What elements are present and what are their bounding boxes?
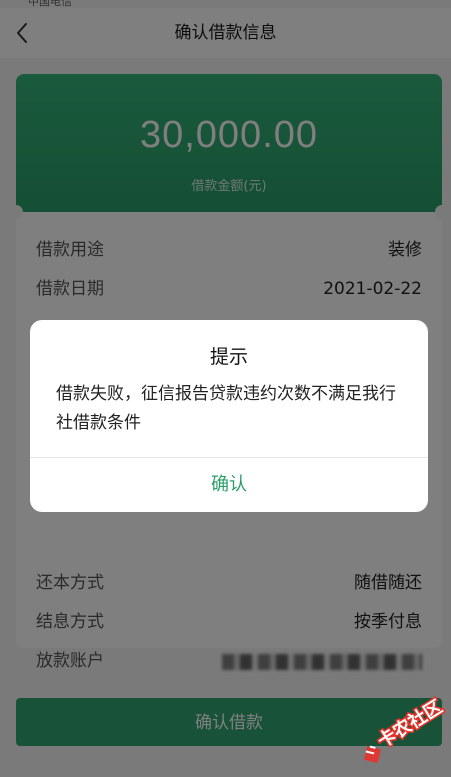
dialog-confirm-button[interactable]: 确认 [30,458,428,512]
watermark-logo: 卡农社区 [344,686,448,770]
dialog-message: 借款失败，征信报告贷款违约次数不满足我行社借款条件 [56,384,396,433]
svg-text:卡农社区: 卡农社区 [374,696,447,753]
dialog-title: 提示 [209,346,248,368]
alert-dialog: 提示 借款失败，征信报告贷款违约次数不满足我行社借款条件 确认 [30,320,428,512]
